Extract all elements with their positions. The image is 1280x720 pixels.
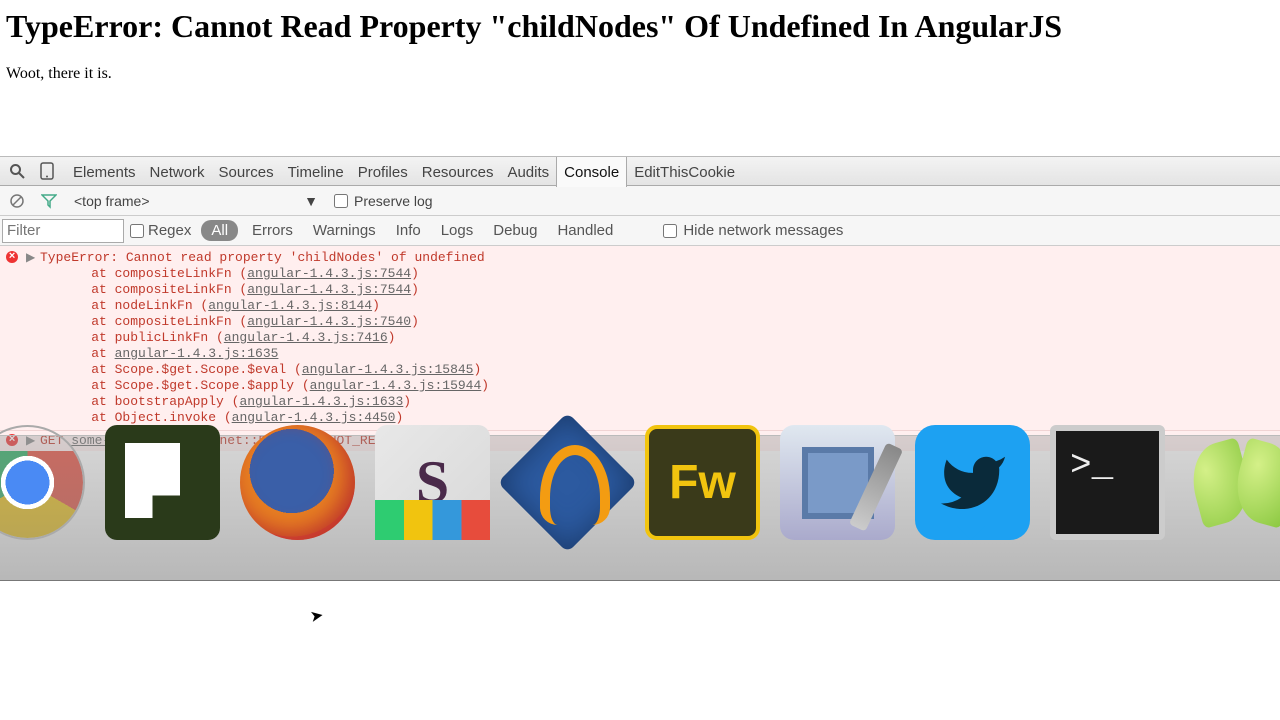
stack-source-link[interactable]: angular-1.4.3.js:7544 — [247, 282, 411, 297]
tab-elements[interactable]: Elements — [66, 157, 143, 187]
tab-editthiscookie[interactable]: EditThisCookie — [627, 157, 742, 187]
cursor-icon: ➤ — [308, 605, 325, 627]
filter-level-info[interactable]: Info — [386, 222, 431, 239]
tab-timeline[interactable]: Timeline — [281, 157, 351, 187]
filter-level-handled[interactable]: Handled — [547, 222, 623, 239]
page-body: Woot, there it is. — [6, 65, 1274, 83]
stack-frame: at Scope.$get.Scope.$eval (angular-1.4.3… — [60, 362, 1276, 378]
stack-source-link[interactable]: angular-1.4.3.js:7544 — [247, 266, 411, 281]
tab-audits[interactable]: Audits — [500, 157, 556, 187]
filter-level-all[interactable]: All — [201, 220, 238, 241]
stack-frame: at publicLinkFn (angular-1.4.3.js:7416) — [60, 330, 1276, 346]
regex-checkbox[interactable]: Regex — [130, 222, 191, 239]
dock-app-coda[interactable] — [510, 425, 625, 540]
clear-console-icon[interactable] — [6, 190, 28, 212]
stack-source-link[interactable]: angular-1.4.3.js:15845 — [302, 362, 474, 377]
frame-selector-label: <top frame> — [74, 193, 150, 209]
stack-source-link[interactable]: angular-1.4.3.js:15944 — [310, 378, 482, 393]
dock-app-chrome[interactable]: rome — [0, 425, 85, 540]
filter-input[interactable] — [2, 219, 124, 243]
hide-network-input[interactable] — [663, 224, 677, 238]
preserve-log-input[interactable] — [334, 194, 348, 208]
dock-app-camtasia[interactable] — [105, 425, 220, 540]
tab-profiles[interactable]: Profiles — [351, 157, 415, 187]
tab-sources[interactable]: Sources — [212, 157, 281, 187]
stack-frame: at compositeLinkFn (angular-1.4.3.js:754… — [60, 314, 1276, 330]
filter-level-debug[interactable]: Debug — [483, 222, 547, 239]
stack-frame: at angular-1.4.3.js:1635 — [60, 346, 1276, 362]
filter-level-logs[interactable]: Logs — [431, 222, 484, 239]
expand-caret-icon[interactable]: ▶ — [26, 250, 35, 266]
stack-source-link[interactable]: angular-1.4.3.js:8144 — [208, 298, 372, 313]
regex-input[interactable] — [130, 224, 144, 238]
stack-source-link[interactable]: angular-1.4.3.js:1635 — [115, 346, 279, 361]
search-icon[interactable] — [6, 160, 28, 182]
twitter-bird-icon — [938, 448, 1008, 518]
dock-app-terminal[interactable]: >_ — [1050, 425, 1165, 540]
stack-frame: at Scope.$get.Scope.$apply (angular-1.4.… — [60, 378, 1276, 394]
preserve-log-label: Preserve log — [354, 193, 433, 209]
devtools-toolbar: ElementsNetworkSourcesTimelineProfilesRe… — [0, 156, 1280, 186]
tab-console[interactable]: Console — [556, 157, 627, 187]
filter-level-errors[interactable]: Errors — [242, 222, 303, 239]
error-icon — [6, 251, 18, 263]
filter-icon[interactable] — [38, 190, 60, 212]
hide-network-checkbox[interactable]: Hide network messages — [663, 222, 843, 239]
tab-resources[interactable]: Resources — [415, 157, 501, 187]
chevron-down-icon: ▼ — [304, 193, 318, 209]
preserve-log-checkbox[interactable]: Preserve log — [334, 193, 433, 209]
page-title: TypeError: Cannot Read Property "childNo… — [6, 8, 1274, 45]
dock-app-firefox[interactable] — [240, 425, 355, 540]
dock-app-slack[interactable]: S — [375, 425, 490, 540]
console-filterbar: Regex AllErrorsWarningsInfoLogsDebugHand… — [0, 216, 1280, 246]
console-subbar: <top frame> ▼ Preserve log — [0, 186, 1280, 216]
filter-level-warnings[interactable]: Warnings — [303, 222, 386, 239]
dock-app-xcode[interactable] — [780, 425, 895, 540]
stack-frame: at compositeLinkFn (angular-1.4.3.js:754… — [60, 266, 1276, 282]
stack-source-link[interactable]: angular-1.4.3.js:7540 — [247, 314, 411, 329]
device-icon[interactable] — [36, 160, 58, 182]
error-message: TypeError: Cannot read property 'childNo… — [40, 250, 1276, 266]
macos-dock: rome S Fw >_ — [0, 395, 1280, 585]
dock-app-leaf[interactable] — [1185, 425, 1280, 540]
tab-network[interactable]: Network — [143, 157, 212, 187]
stack-frame: at nodeLinkFn (angular-1.4.3.js:8144) — [60, 298, 1276, 314]
stack-source-link[interactable]: angular-1.4.3.js:7416 — [224, 330, 388, 345]
stack-frame: at compositeLinkFn (angular-1.4.3.js:754… — [60, 282, 1276, 298]
regex-label: Regex — [148, 222, 191, 239]
frame-selector[interactable]: <top frame> ▼ — [74, 193, 324, 209]
hide-network-label: Hide network messages — [683, 222, 843, 239]
dock-app-twitter[interactable] — [915, 425, 1030, 540]
dock-app-fireworks[interactable]: Fw — [645, 425, 760, 540]
